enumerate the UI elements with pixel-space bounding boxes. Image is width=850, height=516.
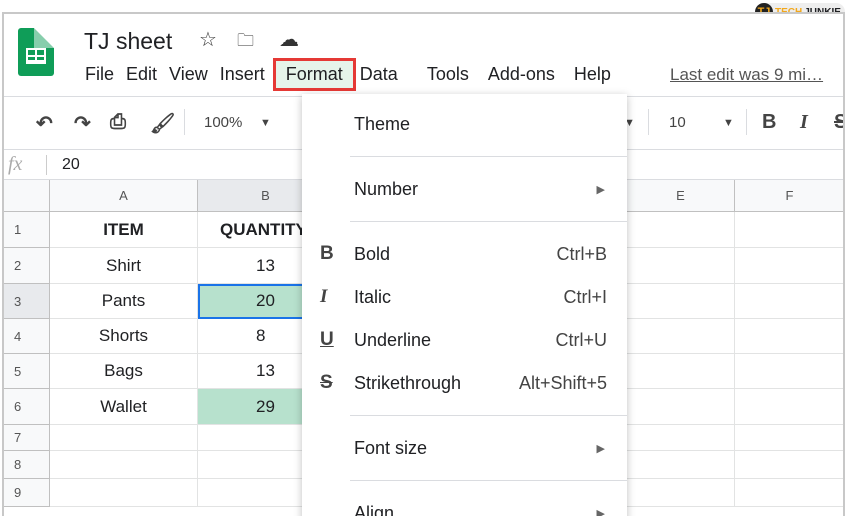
row-header[interactable]: 1	[4, 212, 50, 248]
italic-icon[interactable]: I	[800, 111, 808, 134]
row-header[interactable]: 7	[4, 425, 50, 451]
cell[interactable]	[627, 319, 735, 354]
row-header[interactable]: 2	[4, 248, 50, 284]
cell[interactable]	[627, 212, 735, 248]
chevron-down-icon[interactable]: ▼	[260, 117, 271, 129]
print-icon[interactable]: ⎙	[110, 111, 126, 134]
paint-format-icon[interactable]: 🖌	[150, 111, 175, 136]
cell-a3[interactable]: Pants	[50, 284, 198, 319]
submenu-arrow-icon: ▶	[596, 442, 605, 455]
row-header[interactable]: 5	[4, 354, 50, 389]
cell[interactable]	[735, 284, 843, 319]
menu-item-bold[interactable]: B Bold Ctrl+B	[302, 236, 627, 272]
undo-icon[interactable]: ↶	[36, 111, 53, 136]
cell-a8[interactable]	[50, 451, 198, 479]
menu-view[interactable]: View	[166, 64, 217, 88]
cell-a4[interactable]: Shorts	[50, 319, 198, 354]
fx-icon: fx	[8, 153, 23, 175]
cell[interactable]	[735, 479, 843, 507]
doc-title[interactable]: TJ sheet	[84, 28, 172, 55]
menu-item-font-size[interactable]: Font size ▶	[302, 430, 627, 466]
move-folder-icon[interactable]: 🗀	[237, 28, 254, 57]
cell[interactable]	[627, 425, 735, 451]
grid-icon	[26, 48, 46, 64]
row-header[interactable]: 6	[4, 389, 50, 425]
menu-item-underline[interactable]: U Underline Ctrl+U	[302, 322, 627, 358]
cell[interactable]	[627, 389, 735, 425]
menu-addons[interactable]: Add-ons	[478, 64, 564, 88]
cell[interactable]	[627, 451, 735, 479]
cell[interactable]	[735, 248, 843, 284]
last-edit-link[interactable]: Last edit was 9 mi…	[670, 65, 823, 85]
cell[interactable]	[627, 354, 735, 389]
column-header-a[interactable]: A	[50, 180, 198, 212]
formula-input[interactable]: 20	[62, 156, 80, 174]
italic-icon: I	[320, 286, 328, 307]
cell[interactable]	[627, 284, 735, 319]
menu-format[interactable]: Format	[272, 58, 356, 91]
menu-item-theme[interactable]: Theme	[302, 106, 627, 142]
cell[interactable]	[735, 389, 843, 425]
star-icon[interactable]: ☆	[199, 27, 217, 52]
cell-a7[interactable]	[50, 425, 198, 451]
menu-item-align[interactable]: Align ▶	[302, 495, 627, 516]
bold-icon[interactable]: B	[762, 111, 776, 134]
cell[interactable]	[627, 248, 735, 284]
row-header[interactable]: 8	[4, 451, 50, 479]
row-header[interactable]: 3	[4, 284, 50, 319]
menu-bar: File Edit View Insert Format Data Tools …	[82, 58, 620, 91]
cell[interactable]	[627, 479, 735, 507]
cloud-saved-icon[interactable]: ☁	[279, 27, 299, 52]
chevron-down-icon[interactable]: ▼	[723, 117, 734, 129]
cell-a5[interactable]: Bags	[50, 354, 198, 389]
submenu-arrow-icon: ▶	[596, 507, 605, 516]
select-all-corner[interactable]	[4, 180, 50, 212]
format-dropdown-menu: Theme Number ▶ B Bold Ctrl+B I Italic Ctrl+I …	[302, 94, 627, 516]
cell-a9[interactable]	[50, 479, 198, 507]
redo-icon[interactable]: ↷	[74, 111, 91, 136]
menu-item-number[interactable]: Number ▶	[302, 171, 627, 207]
menu-file[interactable]: File	[82, 64, 123, 88]
menu-item-italic[interactable]: I Italic Ctrl+I	[302, 279, 627, 315]
cell[interactable]	[735, 319, 843, 354]
underline-icon: U	[320, 329, 334, 350]
menu-item-strikethrough[interactable]: S Strikethrough Alt+Shift+5	[302, 365, 627, 401]
submenu-arrow-icon: ▶	[596, 183, 605, 196]
menu-insert[interactable]: Insert	[217, 64, 274, 88]
sheets-window: TJ sheet ☆ 🗀 ☁ File Edit View Insert For…	[2, 12, 845, 516]
font-size-select[interactable]: 10	[669, 114, 686, 131]
cell-a1[interactable]: ITEM	[50, 212, 198, 248]
menu-help[interactable]: Help	[564, 64, 620, 88]
column-header-e[interactable]: E	[627, 180, 735, 212]
column-header-f[interactable]: F	[735, 180, 843, 212]
row-header[interactable]: 4	[4, 319, 50, 354]
cell[interactable]	[735, 451, 843, 479]
cell[interactable]	[735, 212, 843, 248]
sheets-logo[interactable]	[18, 28, 54, 76]
cell[interactable]	[735, 354, 843, 389]
cell[interactable]	[735, 425, 843, 451]
menu-tools[interactable]: Tools	[407, 64, 478, 88]
cell-a2[interactable]: Shirt	[50, 248, 198, 284]
zoom-select[interactable]: 100%	[204, 114, 242, 131]
strikethrough-icon[interactable]: S	[834, 111, 843, 134]
menu-data[interactable]: Data	[357, 64, 407, 88]
strikethrough-icon: S	[320, 372, 333, 393]
bold-icon: B	[320, 243, 334, 264]
row-header[interactable]: 9	[4, 479, 50, 507]
menu-edit[interactable]: Edit	[123, 64, 166, 88]
cell-a6[interactable]: Wallet	[50, 389, 198, 425]
